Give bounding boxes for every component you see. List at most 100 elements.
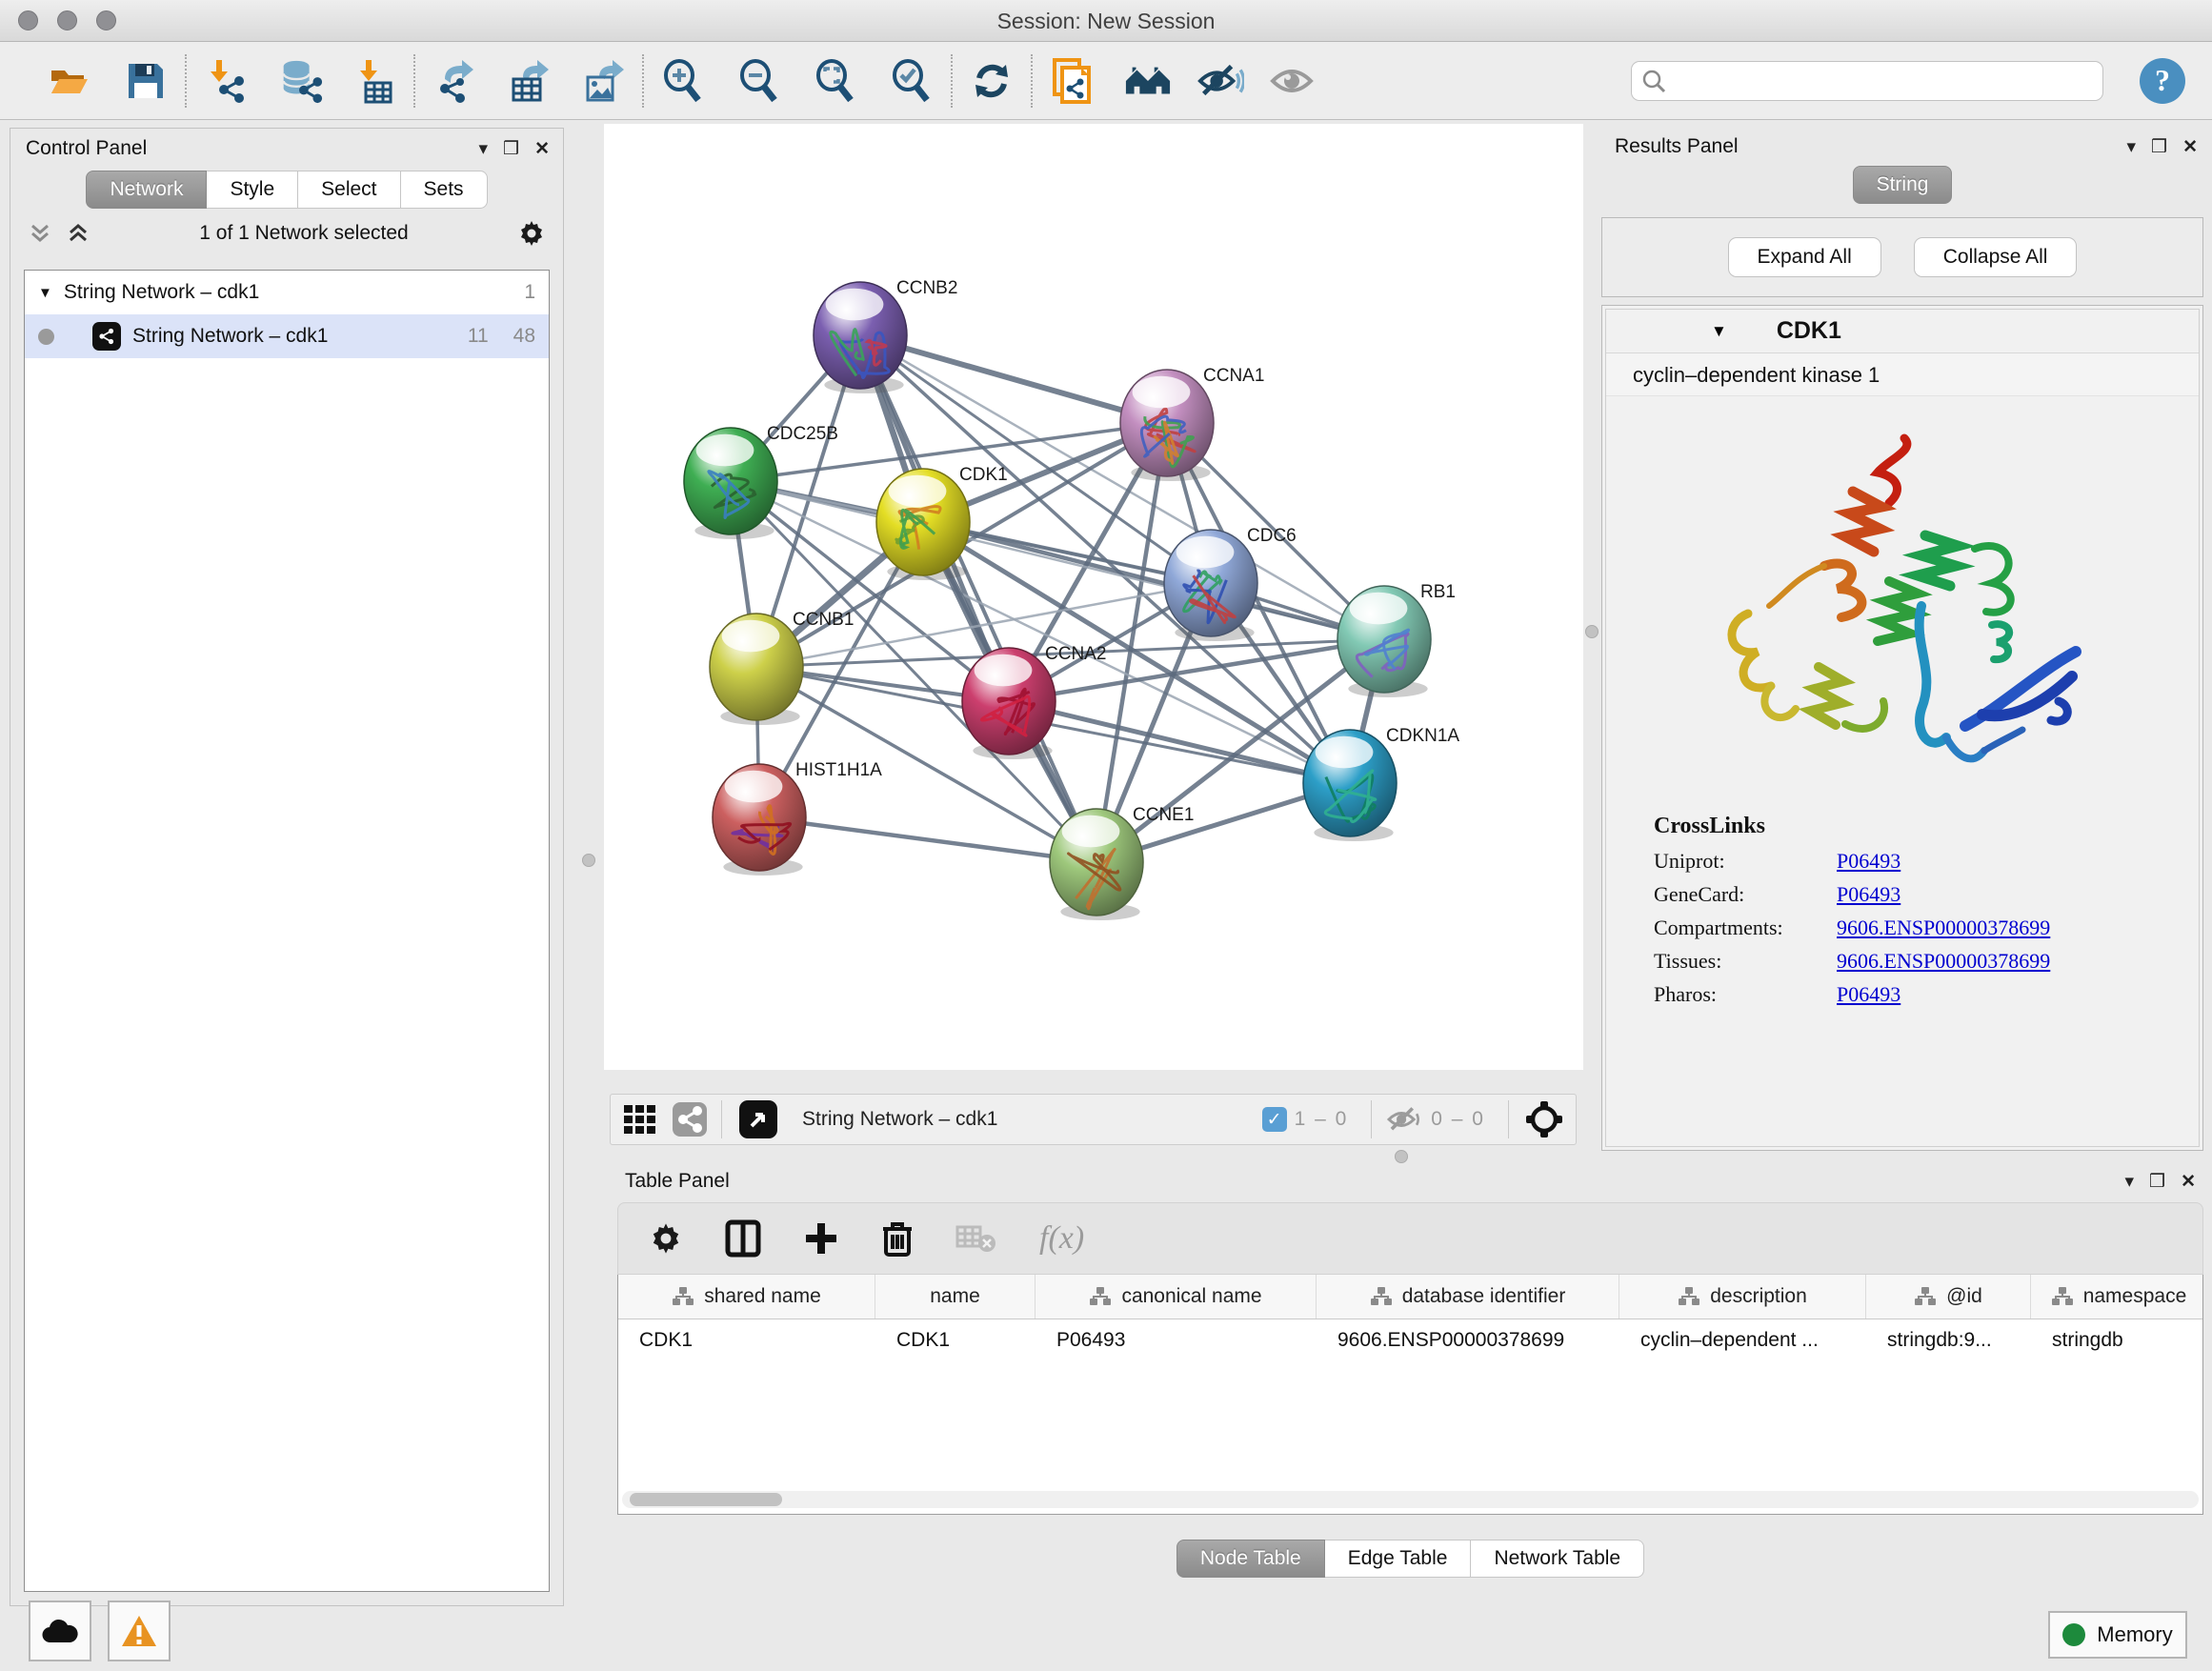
table-settings-gear-icon[interactable]: [649, 1221, 683, 1256]
selected-nodes-checkbox[interactable]: ✓: [1262, 1107, 1287, 1132]
network-node-RB1[interactable]: RB1: [1337, 582, 1456, 697]
network-node-CCNB1[interactable]: CCNB1: [710, 610, 854, 725]
panel-float-icon[interactable]: ❒: [2149, 1173, 2165, 1191]
tab-network[interactable]: Network: [86, 171, 207, 209]
tab-string[interactable]: String: [1853, 166, 1953, 204]
network-node-CCNB2[interactable]: CCNB2: [814, 278, 957, 393]
birds-eye-view-button[interactable]: [739, 1100, 777, 1138]
zoom-fit-icon: [813, 58, 858, 104]
crosslink-link[interactable]: P06493: [1837, 849, 1900, 874]
panel-float-icon[interactable]: ❒: [2151, 138, 2167, 156]
zoom-selected-button[interactable]: [888, 57, 935, 105]
import-table-button[interactable]: [351, 57, 398, 105]
column-header-description[interactable]: description: [1619, 1275, 1866, 1319]
show-all-button[interactable]: [1124, 57, 1172, 105]
save-session-button[interactable]: [122, 57, 170, 105]
warning-icon: [120, 1614, 158, 1648]
panel-close-icon[interactable]: ✕: [2182, 138, 2198, 156]
hide-selected-button[interactable]: [1196, 57, 1244, 105]
network-edge-count: 48: [513, 325, 535, 348]
network-row[interactable]: String Network – cdk1 11 48: [25, 314, 549, 358]
collapse-all-button[interactable]: Collapse All: [1914, 237, 2078, 277]
crosslink-link[interactable]: 9606.ENSP00000378699: [1837, 949, 2050, 974]
zoom-fit-button[interactable]: [812, 57, 859, 105]
show-hidden-button[interactable]: [1269, 57, 1317, 105]
clone-network-button[interactable]: [1048, 57, 1096, 105]
column-header-shared-name[interactable]: shared name: [618, 1275, 875, 1319]
results-panel: Results Panel ▾ ❒ ✕ String Expand All Co…: [1601, 128, 2203, 1151]
column-header-name[interactable]: name: [875, 1275, 1036, 1319]
table-row[interactable]: CDK1CDK1P064939606.ENSP00000378699cyclin…: [618, 1319, 2202, 1361]
crosslink-link[interactable]: P06493: [1837, 882, 1900, 907]
panel-menu-icon[interactable]: ▾: [478, 140, 488, 158]
section-collapse-icon[interactable]: ▼: [1711, 322, 1727, 341]
network-edge-CDK1-RB1[interactable]: [923, 522, 1384, 639]
network-status-dot: [38, 329, 54, 345]
help-button[interactable]: ?: [2140, 58, 2185, 104]
import-network-file-button[interactable]: [202, 57, 250, 105]
column-header-namespace[interactable]: namespace: [2031, 1275, 2203, 1319]
tree-expander-icon[interactable]: ▼: [38, 285, 52, 301]
network-node-CCNA2[interactable]: CCNA2: [962, 644, 1106, 759]
right-divider-handle[interactable]: [1585, 625, 1599, 638]
tab-node-table[interactable]: Node Table: [1176, 1540, 1325, 1578]
network-view-canvas[interactable]: CCNB2CCNA1CDC25BCDK1CDC6RB1CCNB1CCNA2CDK…: [604, 124, 1583, 1070]
network-node-CCNA1[interactable]: CCNA1: [1120, 366, 1264, 481]
refresh-icon: [970, 59, 1014, 103]
tab-select[interactable]: Select: [298, 171, 400, 209]
tab-network-table[interactable]: Network Table: [1471, 1540, 1644, 1578]
expand-all-icon[interactable]: [28, 221, 52, 246]
left-divider-handle[interactable]: [582, 854, 595, 867]
protein-section-header[interactable]: ▼ CDK1: [1606, 310, 2199, 353]
network-node-CCNE1[interactable]: CCNE1: [1050, 805, 1194, 920]
add-column-icon[interactable]: [803, 1220, 839, 1257]
panel-close-icon[interactable]: ✕: [534, 140, 550, 158]
tab-edge-table[interactable]: Edge Table: [1325, 1540, 1472, 1578]
panel-menu-icon[interactable]: ▾: [2126, 138, 2136, 156]
gear-icon[interactable]: [517, 219, 546, 248]
show-columns-icon[interactable]: [725, 1219, 761, 1258]
export-image-button[interactable]: [579, 57, 627, 105]
column-header-@id[interactable]: @id: [1866, 1275, 2031, 1319]
table-cell: cyclin–dependent ...: [1619, 1319, 1866, 1361]
import-network-database-button[interactable]: [276, 57, 324, 105]
open-session-button[interactable]: [46, 57, 93, 105]
refresh-button[interactable]: [968, 57, 1016, 105]
tab-style[interactable]: Style: [207, 171, 298, 209]
panel-menu-icon[interactable]: ▾: [2124, 1173, 2134, 1191]
warnings-button[interactable]: [108, 1601, 171, 1661]
export-network-button[interactable]: [431, 57, 478, 105]
delete-column-icon[interactable]: [881, 1219, 914, 1258]
network-node-CDKN1A[interactable]: CDKN1A: [1303, 726, 1459, 841]
cloud-icon: [41, 1618, 79, 1644]
crosslink-link[interactable]: P06493: [1837, 982, 1900, 1007]
crosslink-link[interactable]: 9606.ENSP00000378699: [1837, 916, 2050, 940]
collapse-all-icon[interactable]: [66, 221, 90, 246]
expand-all-button[interactable]: Expand All: [1728, 237, 1881, 277]
column-header-canonical-name[interactable]: canonical name: [1036, 1275, 1317, 1319]
fit-selected-icon[interactable]: [1524, 1099, 1564, 1139]
grid-view-icon[interactable]: [622, 1101, 658, 1137]
network-view-icon[interactable]: [672, 1101, 708, 1137]
horizontal-scrollbar[interactable]: [622, 1491, 2199, 1508]
export-table-button[interactable]: [505, 57, 553, 105]
toolbar-separator: [413, 54, 415, 108]
zoom-in-button[interactable]: [659, 57, 707, 105]
zoom-out-button[interactable]: [735, 57, 783, 105]
memory-button[interactable]: Memory: [2048, 1611, 2187, 1659]
column-header-database-identifier[interactable]: database identifier: [1317, 1275, 1619, 1319]
panel-float-icon[interactable]: ❒: [503, 140, 519, 158]
window-title: Session: New Session: [0, 9, 2212, 34]
panel-close-icon[interactable]: ✕: [2181, 1173, 2196, 1191]
network-edge-CCNB2-CCNE1[interactable]: [860, 335, 1096, 862]
network-node-CDC6[interactable]: CDC6: [1164, 526, 1297, 641]
cloud-status-button[interactable]: [29, 1601, 91, 1661]
network-node-HIST1H1A[interactable]: HIST1H1A: [713, 760, 882, 876]
control-panel: Control Panel ▾ ❒ ✕ NetworkStyleSelectSe…: [10, 128, 564, 1606]
network-collection-row[interactable]: ▼ String Network – cdk1 1: [25, 271, 549, 314]
tab-sets[interactable]: Sets: [401, 171, 488, 209]
network-edge-HIST1H1A-CCNE1[interactable]: [759, 817, 1096, 862]
search-input[interactable]: [1666, 64, 2093, 98]
network-edge-CCNA2-CDKN1A[interactable]: [1009, 701, 1350, 783]
memory-label: Memory: [2097, 1622, 2172, 1647]
